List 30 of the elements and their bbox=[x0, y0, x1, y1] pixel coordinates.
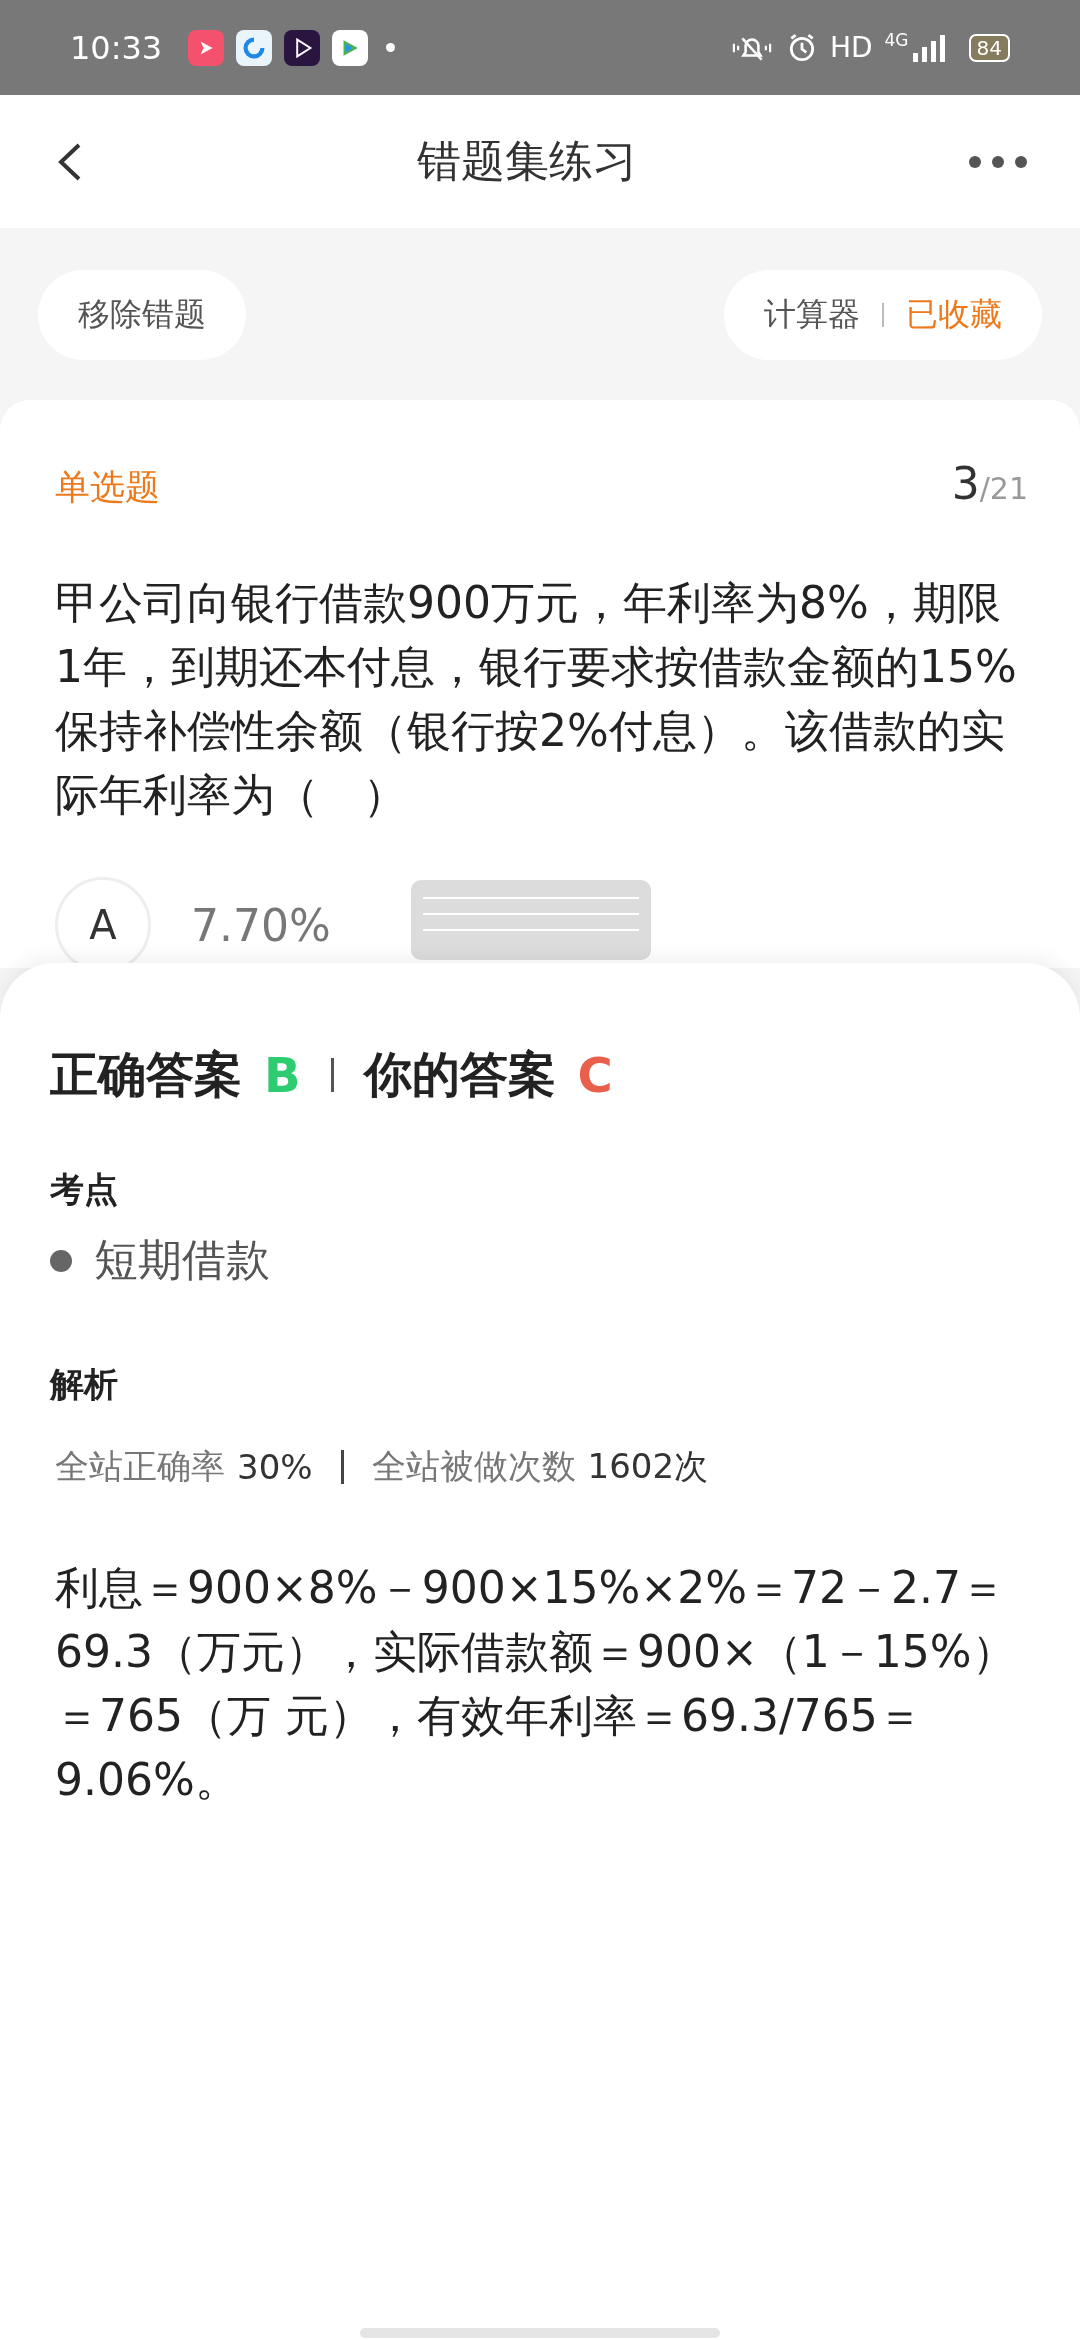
your-answer-label: 你的答案 bbox=[363, 1045, 556, 1104]
play-app-icon bbox=[332, 29, 369, 66]
option-text[interactable]: 7.70% bbox=[191, 899, 371, 951]
knowledge-point: 短期借款 bbox=[94, 1233, 270, 1287]
play-app-icon bbox=[284, 29, 321, 66]
page-title: 错题集练习 bbox=[416, 134, 637, 188]
section-heading: 考点 bbox=[50, 1168, 119, 1211]
correct-answer: B bbox=[264, 1047, 301, 1103]
section-heading: 解析 bbox=[50, 1363, 119, 1406]
network-type: 4G bbox=[884, 30, 909, 50]
stat-value: 30% bbox=[237, 1447, 313, 1487]
calculator-button[interactable]: 计算器 bbox=[764, 293, 860, 337]
question-text: 甲公司向银行借款900万元，年利率为8%，期限1年，到期还本付息，银行要求按借款金额的15%保持补偿性余额（银行按2%付息）。该借款的实际年利率为（ ） bbox=[55, 576, 1018, 822]
browser-app-icon bbox=[236, 29, 273, 66]
video-app-icon bbox=[188, 29, 225, 66]
notification-dot bbox=[386, 43, 396, 52]
stat-value: 1602次 bbox=[587, 1445, 709, 1488]
stat-label: 全站被做次数 bbox=[371, 1445, 576, 1488]
clock: 10:33 bbox=[70, 28, 163, 67]
battery-level: 84 bbox=[968, 33, 1010, 62]
question-type: 单选题 bbox=[55, 466, 160, 509]
your-answer: C bbox=[577, 1047, 613, 1103]
stat-label: 全站正确率 bbox=[55, 1445, 225, 1488]
analysis-text: 利息＝900×8%－900×15%×2%＝72－2.7＝69.3（万元），实际借款额＝900×（1－15%）＝765（万 元），有效年利率＝69.3/765＝9.06%。 bbox=[55, 1561, 1017, 1807]
remove-mistake-button[interactable]: 移除错题 bbox=[38, 270, 246, 360]
more-icon[interactable] bbox=[968, 154, 1028, 169]
hd-indicator: HD bbox=[829, 31, 873, 64]
correct-answer-label: 正确答案 bbox=[50, 1045, 242, 1104]
question-counter: 3/21 bbox=[951, 458, 1028, 509]
bullet-icon bbox=[50, 1249, 72, 1272]
